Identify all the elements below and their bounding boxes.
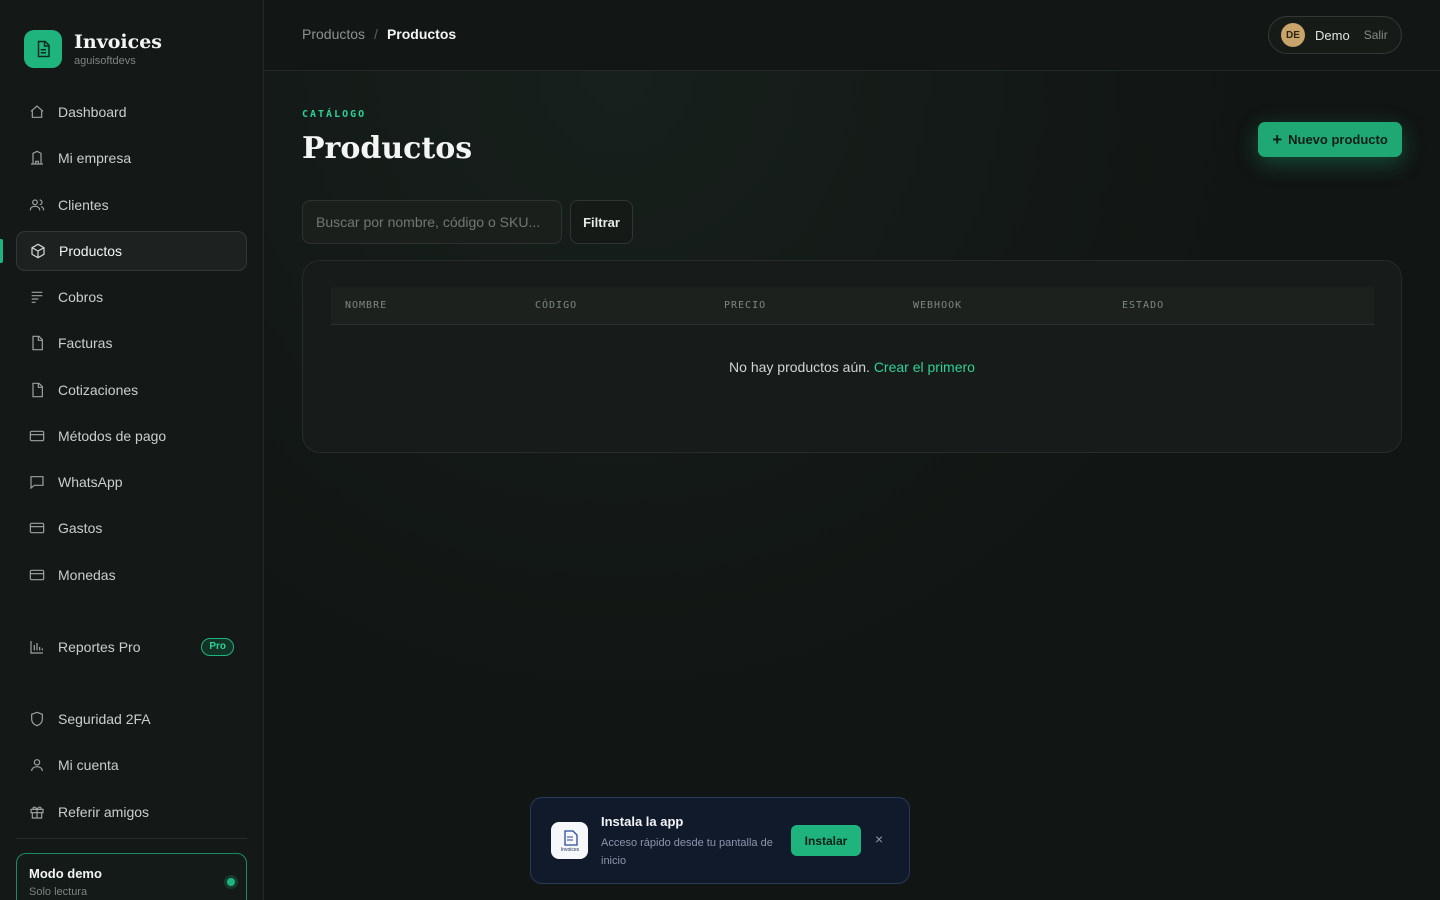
sidebar-item-cotizaciones[interactable]: Cotizaciones — [16, 370, 247, 410]
sidebar-item-gastos[interactable]: Gastos — [16, 508, 247, 548]
close-icon[interactable]: × — [875, 831, 883, 847]
plus-icon: + — [1272, 129, 1283, 149]
sidebar-item-metodos-de-pago[interactable]: Métodos de pago — [16, 416, 247, 456]
install-button[interactable]: Instalar — [791, 825, 861, 856]
sidebar-item-mi-cuenta[interactable]: Mi cuenta — [16, 745, 247, 785]
page-title: Productos — [302, 131, 473, 166]
invoices-app-logo: Invoices — [560, 829, 579, 853]
status-dot-icon — [227, 878, 235, 886]
breadcrumb: Productos / Productos — [302, 26, 456, 42]
svg-text:Invoices: Invoices — [560, 847, 579, 853]
column-header-codigo[interactable]: CÓDIGO — [535, 300, 577, 311]
sidebar-item-whatsapp[interactable]: WhatsApp — [16, 462, 247, 502]
sidebar-item-label: Mi cuenta — [58, 757, 119, 773]
breadcrumb-link[interactable]: Productos — [302, 26, 365, 42]
toast-title: Instala la app — [601, 814, 684, 829]
demo-mode-card[interactable]: Modo demo Solo lectura — [16, 853, 247, 900]
sidebar: Invoices aguisoftdevs Dashboard Mi empre… — [0, 0, 264, 900]
card-icon — [28, 519, 46, 537]
brand-title: Invoices — [74, 31, 162, 53]
avatar: DE — [1281, 23, 1305, 47]
sidebar-item-dashboard[interactable]: Dashboard — [16, 92, 247, 132]
user-menu[interactable]: DE Demo Salir — [1268, 16, 1402, 54]
column-header-precio[interactable]: PRECIO — [724, 300, 766, 311]
products-table: NOMBRE CÓDIGO PRECIO WEBHOOK ESTADO No h… — [302, 260, 1402, 453]
building-icon — [28, 149, 46, 167]
page-eyebrow: CATÁLOGO — [302, 109, 367, 120]
sidebar-item-label: Cotizaciones — [58, 382, 139, 398]
table-header: NOMBRE CÓDIGO PRECIO WEBHOOK ESTADO — [331, 287, 1374, 325]
install-app-toast: Invoices Instala la app Acceso rápido de… — [530, 797, 910, 884]
sidebar-item-seguridad-2fa[interactable]: Seguridad 2FA — [16, 699, 247, 739]
logout-link[interactable]: Salir — [1364, 28, 1388, 42]
sidebar-item-label: Productos — [59, 243, 123, 259]
sidebar-item-mi-empresa[interactable]: Mi empresa — [16, 138, 247, 178]
card-icon — [28, 566, 46, 584]
breadcrumb-separator: / — [374, 26, 378, 42]
home-icon — [28, 103, 46, 121]
sidebar-item-clientes[interactable]: Clientes — [16, 185, 247, 225]
sidebar-item-label: Clientes — [58, 197, 109, 213]
sidebar-item-label: WhatsApp — [58, 474, 123, 490]
sidebar-item-label: Métodos de pago — [58, 428, 167, 444]
app-icon: Invoices — [551, 822, 588, 859]
sidebar-item-label: Reportes Pro — [58, 639, 141, 655]
sidebar-item-monedas[interactable]: Monedas — [16, 555, 247, 595]
sidebar-item-referir-amigos[interactable]: Referir amigos — [16, 792, 247, 832]
shield-icon — [28, 710, 46, 728]
breadcrumb-current: Productos — [386, 26, 457, 42]
card-icon — [28, 427, 46, 445]
sidebar-item-label: Mi empresa — [58, 150, 132, 166]
toast-description: Acceso rápido desde tu pantalla de inici… — [601, 837, 773, 867]
topbar: Productos / Productos DE Demo Salir — [264, 0, 1440, 71]
sidebar-item-label: Facturas — [58, 335, 113, 351]
demo-mode-subtitle: Solo lectura — [29, 886, 88, 898]
new-product-label: Nuevo producto — [1288, 132, 1388, 147]
sidebar-item-label: Gastos — [58, 520, 103, 536]
main-content: CATÁLOGO Productos + Nuevo producto Filt… — [264, 71, 1440, 900]
users-icon — [28, 196, 46, 214]
filter-button[interactable]: Filtrar — [570, 200, 633, 244]
sidebar-item-label: Dashboard — [58, 104, 127, 120]
invoice-logo-icon — [24, 30, 62, 68]
empty-state: No hay productos aún. Crear el primero — [303, 359, 1401, 375]
file-icon — [28, 334, 46, 352]
sidebar-item-label: Monedas — [58, 567, 116, 583]
sidebar-item-cobros[interactable]: Cobros — [16, 277, 247, 317]
empty-state-text: No hay productos aún. — [729, 359, 870, 375]
sidebar-divider — [16, 838, 247, 839]
brand[interactable]: Invoices aguisoftdevs — [24, 30, 162, 68]
pro-badge: Pro — [201, 638, 234, 656]
gift-icon — [28, 803, 46, 821]
box-icon — [29, 242, 47, 260]
list-icon — [28, 288, 46, 306]
sidebar-item-reportes-pro[interactable]: Reportes Pro Pro — [16, 627, 247, 667]
column-header-webhook[interactable]: WEBHOOK — [913, 300, 962, 311]
sidebar-item-facturas[interactable]: Facturas — [16, 323, 247, 363]
brand-subtitle: aguisoftdevs — [74, 55, 136, 67]
sidebar-item-label: Referir amigos — [58, 804, 150, 820]
search-input[interactable] — [302, 200, 562, 244]
bar-chart-icon — [28, 638, 46, 656]
chat-icon — [28, 473, 46, 491]
sidebar-item-productos[interactable]: Productos — [16, 231, 247, 271]
sidebar-item-label: Seguridad 2FA — [58, 711, 151, 727]
create-first-link[interactable]: Crear el primero — [874, 359, 975, 375]
sidebar-item-label: Cobros — [58, 289, 104, 305]
column-header-estado[interactable]: ESTADO — [1122, 300, 1164, 311]
demo-mode-title: Modo demo — [29, 866, 102, 881]
new-product-button[interactable]: + Nuevo producto — [1258, 122, 1402, 157]
column-header-nombre[interactable]: NOMBRE — [345, 300, 387, 311]
file-icon — [28, 381, 46, 399]
user-icon — [28, 756, 46, 774]
user-name: Demo — [1315, 27, 1350, 43]
active-indicator — [0, 239, 3, 263]
